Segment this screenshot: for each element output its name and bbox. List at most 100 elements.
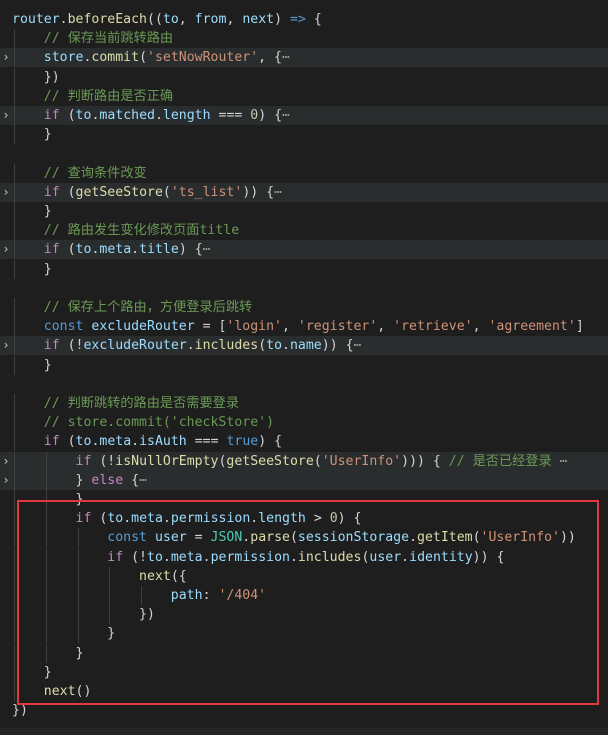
code-line[interactable]: › if (!isNullOrEmpty(getSeeStore('UserIn… [0,451,608,471]
fold-chevron-icon[interactable]: › [0,183,12,202]
code-token: // 查询条件改变 [43,165,147,181]
code-token: // 判断路由是否正确 [43,88,174,104]
code-token: router [12,12,60,27]
code-line[interactable]: // 判断路由是否正确 [0,86,608,106]
code-token: (( [147,12,163,27]
fold-chevron-icon[interactable]: › [0,336,12,355]
code-text: // 保存当前跳转路由 [12,29,173,48]
code-line[interactable]: // 查询条件改变 [0,163,608,183]
folded-ellipsis[interactable]: ⋯ [282,50,290,65]
code-token: // store.commit('checkStore') [43,415,275,431]
code-line[interactable]: router.beforeEach((to, from, next) => { [0,10,608,29]
code-token: ( [59,108,76,123]
code-token: . [186,338,195,354]
code-token: includes [194,338,259,354]
code-text: if (to.meta.title) {⋯ [12,240,211,259]
code-line[interactable]: } [0,355,608,375]
code-line[interactable]: // store.commit('checkStore') [0,413,608,433]
code-token: , [226,12,243,27]
code-token: , { [258,50,282,66]
code-token: // 路由发生变化修改页面title [43,223,240,239]
code-token: (! [59,338,84,354]
code-token: . [154,108,163,123]
fold-chevron-icon[interactable]: › [0,240,12,259]
code-token: ) { [258,434,283,450]
code-line[interactable] [0,279,608,298]
code-token: === [186,434,227,450]
code-token: === [210,108,251,123]
code-token: if [43,434,60,450]
code-token: , [377,319,394,335]
code-token: // 是否已经登录 [448,453,552,469]
code-token: to [162,12,179,27]
code-token: }) [12,703,28,719]
code-token: 'UserInfo' [321,453,402,469]
folded-ellipsis[interactable]: ⋯ [560,454,568,469]
code-line[interactable]: // 路由发生变化修改页面title [0,221,608,241]
code-line[interactable]: › } else {⋯ [0,470,608,490]
code-line[interactable]: if (to.meta.isAuth === true) { [0,432,608,452]
code-text: // 保存上个路由，方便登录后跳转 [12,298,252,317]
code-token: ) { [258,108,283,123]
code-token: if [75,453,92,469]
code-token: } [12,472,92,488]
code-token: if [43,108,60,123]
code-line[interactable]: › store.commit('setNowRouter', {⋯ [0,48,608,68]
code-line[interactable]: const excludeRouter = ['login', 'registe… [0,317,608,337]
code-token: . [131,242,140,258]
code-text: }) [12,68,60,87]
folded-ellipsis[interactable]: ⋯ [354,338,362,353]
folded-ellipsis[interactable]: ⋯ [139,473,147,488]
code-text: // 判断跳转的路由是否需要登录 [12,394,239,413]
fold-chevron-icon[interactable]: › [0,48,12,67]
fold-chevron-icon[interactable]: › [0,106,12,125]
code-line[interactable]: } [0,125,608,145]
code-line[interactable]: › if (getSeeStore('ts_list')) {⋯ [0,182,608,202]
code-line[interactable] [0,375,608,394]
code-token: length [162,108,211,123]
code-token: ( [139,50,148,66]
horizontal-scrollbar[interactable] [0,728,608,735]
code-token: , [281,319,298,335]
code-line[interactable] [0,144,608,163]
code-token: matched [99,108,155,123]
code-token: } [12,357,52,373]
code-line[interactable]: › if (!excludeRouter.includes(to.name)) … [0,336,608,356]
code-token: name [289,338,322,354]
code-line[interactable]: // 保存上个路由，方便登录后跳转 [0,298,608,317]
folded-ellipsis[interactable]: ⋯ [203,242,211,257]
code-token: ( [258,338,267,354]
folded-ellipsis[interactable]: ⋯ [282,108,290,123]
fold-chevron-icon[interactable]: › [0,471,12,490]
fold-chevron-icon[interactable]: › [0,452,12,471]
code-line[interactable]: } [0,202,608,221]
code-line[interactable]: } [0,259,608,279]
code-text: } [12,202,52,221]
code-text: // 路由发生变化修改页面title [12,221,239,240]
code-line[interactable]: › if (to.matched.length === 0) {⋯ [0,106,608,125]
code-text: const excludeRouter = ['login', 'registe… [12,317,584,336]
code-token: meta [99,242,132,258]
code-token: } [12,204,52,219]
code-token: . [282,338,290,354]
code-line[interactable]: › if (to.meta.title) {⋯ [0,240,608,260]
code-token: , [178,12,195,27]
code-token: 'ts_list' [170,184,243,200]
code-token: }) [12,69,60,85]
folded-ellipsis[interactable]: ⋯ [274,185,282,200]
code-editor[interactable]: router.beforeEach((to, from, next) => { … [0,0,608,735]
code-line[interactable]: // 保存当前跳转路由 [0,29,608,49]
annotation-highlight-box [17,500,599,705]
code-token: if [43,338,60,354]
code-line[interactable]: }) [0,67,608,87]
code-line[interactable]: // 判断跳转的路由是否需要登录 [0,394,608,413]
code-token: . [59,12,68,27]
